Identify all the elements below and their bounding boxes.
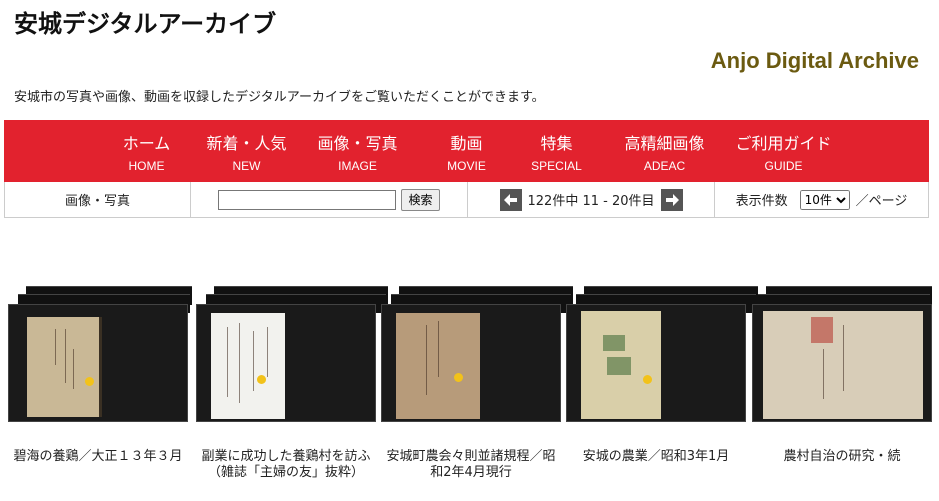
nav-guide[interactable]: ご利用ガイド GUIDE bbox=[729, 120, 839, 182]
nav-label-en: IMAGE bbox=[338, 159, 377, 173]
nav-label-en: GUIDE bbox=[764, 159, 803, 173]
main-nav: ホーム HOME 新着・人気 NEW 画像・写真 IMAGE 動画 MOVIE … bbox=[4, 120, 929, 182]
search-cell: 検索 bbox=[191, 182, 468, 217]
document-image bbox=[211, 313, 285, 419]
per-page-cell: 表示件数 10件 ／ページ bbox=[715, 182, 928, 217]
item-thumbnail[interactable] bbox=[381, 304, 561, 422]
nav-image[interactable]: 画像・写真 IMAGE bbox=[295, 120, 421, 182]
vertical-text-line bbox=[426, 325, 427, 395]
item-thumbnail[interactable] bbox=[196, 304, 376, 422]
item-title[interactable]: 副業に成功した養鶏村を訪ふ（雑誌「主婦の友」抜粋） bbox=[196, 449, 376, 481]
vertical-text-line bbox=[253, 331, 254, 391]
item-title[interactable]: 安城町農会々則並諸規程／昭和2年4月現行 bbox=[381, 449, 561, 481]
vertical-text-line bbox=[55, 329, 56, 365]
per-page-suffix: ／ページ bbox=[855, 194, 908, 209]
vertical-text-line bbox=[267, 327, 268, 377]
next-page-button[interactable] bbox=[660, 188, 683, 211]
item-title[interactable]: 安城の農業／昭和3年1月 bbox=[566, 449, 746, 465]
vertical-text-line bbox=[65, 329, 66, 383]
item-thumbnail[interactable] bbox=[566, 304, 746, 422]
nav-label-en: ADEAC bbox=[643, 159, 686, 173]
cover-title-mark bbox=[607, 357, 631, 375]
nav-label-en: SPECIAL bbox=[531, 159, 582, 173]
search-button[interactable]: 検索 bbox=[401, 188, 440, 211]
vertical-text-line bbox=[438, 321, 439, 377]
nav-new[interactable]: 新着・人気 NEW bbox=[199, 120, 295, 182]
vertical-text-line bbox=[227, 327, 228, 397]
item-title[interactable]: 碧海の養鶏／大正１３年３月 bbox=[8, 449, 188, 465]
vertical-text-line bbox=[843, 325, 844, 391]
vertical-text-line bbox=[239, 323, 240, 403]
nav-label-jp: 新着・人気 bbox=[206, 134, 287, 153]
site-title-en: Anjo Digital Archive bbox=[710, 48, 919, 73]
marker-dot bbox=[85, 377, 94, 386]
marker-dot bbox=[643, 375, 652, 384]
item-thumbnail[interactable] bbox=[8, 304, 188, 422]
marker-dot bbox=[454, 373, 463, 382]
pager-text: 122件中 11 - 20件目 bbox=[527, 194, 655, 209]
nav-label-en: NEW bbox=[232, 159, 261, 173]
nav-movie[interactable]: 動画 MOVIE bbox=[421, 120, 513, 182]
nav-label-jp: 動画 bbox=[450, 134, 483, 153]
nav-label-jp: ご利用ガイド bbox=[735, 134, 832, 153]
search-input[interactable] bbox=[218, 189, 397, 210]
nav-label-jp: 画像・写真 bbox=[317, 134, 398, 153]
prev-page-button[interactable] bbox=[499, 188, 522, 211]
arrow-right-icon bbox=[665, 193, 679, 206]
nav-special[interactable]: 特集 SPECIAL bbox=[513, 120, 601, 182]
nav-label-en: HOME bbox=[128, 159, 165, 173]
nav-label-en: MOVIE bbox=[447, 159, 486, 173]
marker-dot bbox=[257, 375, 266, 384]
nav-label-jp: 高精細画像 bbox=[624, 134, 705, 153]
cover-title-mark bbox=[603, 335, 625, 351]
site-title[interactable]: 安城デジタルアーカイブ bbox=[14, 4, 276, 39]
site-description: 安城市の写真や画像、動画を収録したデジタルアーカイブをご覧いただくことができます… bbox=[14, 90, 545, 105]
nav-label-jp: 特集 bbox=[540, 134, 573, 153]
per-page-select[interactable]: 10件 bbox=[799, 189, 850, 210]
category-label: 画像・写真 bbox=[64, 194, 130, 209]
item-thumbnail[interactable] bbox=[752, 304, 932, 422]
nav-label-jp: ホーム bbox=[122, 134, 171, 153]
vertical-text-line bbox=[823, 349, 824, 399]
per-page-label: 表示件数 bbox=[735, 194, 788, 209]
vertical-text-line bbox=[73, 349, 74, 389]
nav-adeac[interactable]: 高精細画像 ADEAC bbox=[601, 120, 729, 182]
search-toolbar: 画像・写真 検索 122件中 11 - 20件目 表示件数 10件 ／ページ bbox=[4, 182, 929, 218]
seal-stamp bbox=[811, 317, 833, 343]
item-title[interactable]: 農村自治の研究・続 bbox=[752, 449, 932, 465]
arrow-left-icon bbox=[503, 193, 517, 206]
category-cell: 画像・写真 bbox=[5, 182, 191, 217]
nav-home[interactable]: ホーム HOME bbox=[95, 120, 199, 182]
pager-cell: 122件中 11 - 20件目 bbox=[468, 182, 715, 217]
